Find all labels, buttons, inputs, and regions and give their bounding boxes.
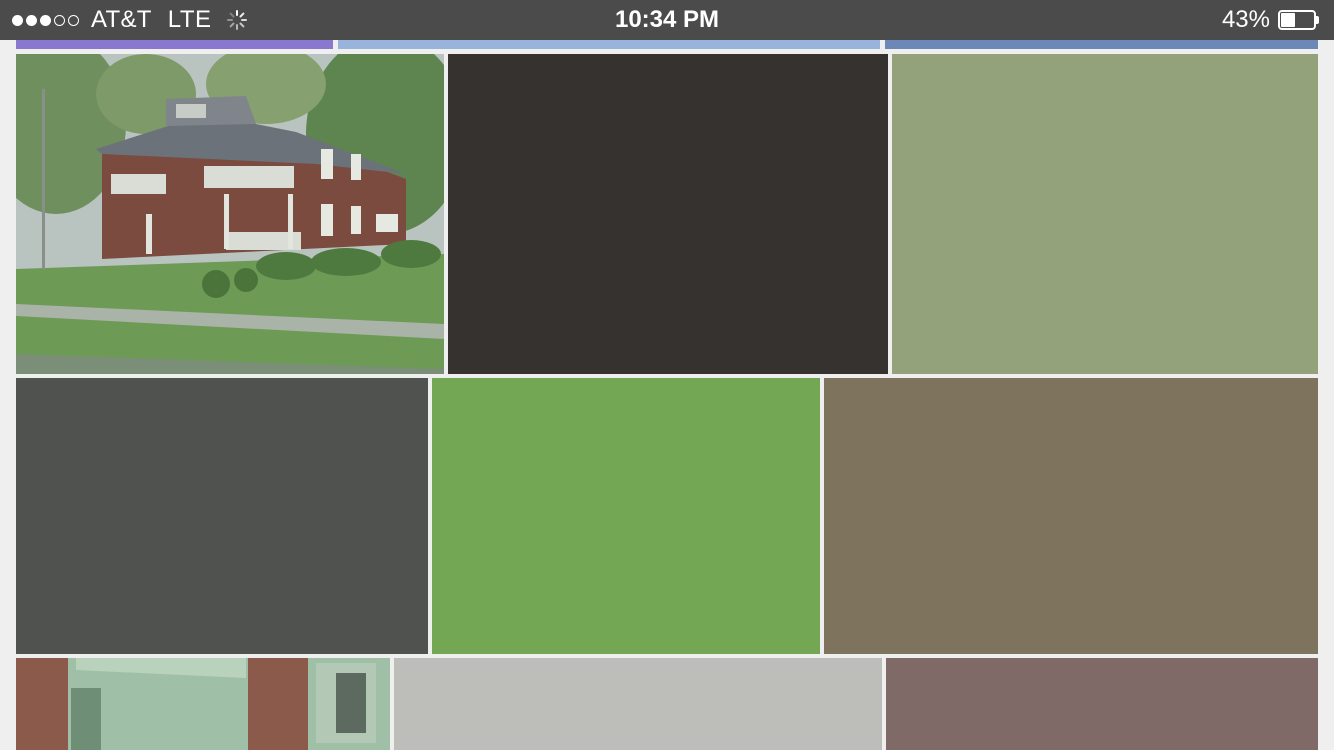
activity-spinner-icon (226, 10, 247, 30)
color-swatch-tile[interactable] (886, 658, 1318, 750)
color-tab-1[interactable] (16, 40, 333, 49)
carrier-name: AT&T (91, 6, 152, 33)
battery-icon (1278, 10, 1320, 30)
color-swatch-tile[interactable] (394, 658, 882, 750)
signal-dot (12, 14, 23, 26)
battery-fill (1281, 13, 1295, 27)
status-right: 43% (1222, 0, 1320, 40)
battery-nub (1316, 16, 1319, 24)
battery-percent: 43% (1221, 6, 1270, 33)
signal-dot (54, 14, 65, 26)
house-photo-image (16, 54, 444, 374)
building-photo-image (16, 658, 390, 750)
signal-dot (68, 14, 79, 26)
status-left: AT&T LTE (12, 0, 248, 40)
color-tab-3[interactable] (885, 40, 1318, 49)
color-tab-2[interactable] (338, 40, 880, 49)
status-bar: AT&T LTE 10:34 PM 43% (0, 0, 1334, 40)
house-photo-tile[interactable] (16, 54, 444, 374)
color-swatch-tile[interactable] (432, 378, 820, 654)
signal-dot (26, 14, 37, 26)
color-swatch-tile[interactable] (448, 54, 888, 374)
network-type: LTE (167, 6, 212, 33)
color-swatch-tile[interactable] (824, 378, 1318, 654)
signal-dot (40, 14, 51, 26)
signal-strength-icon (12, 14, 79, 26)
color-swatch-tile[interactable] (16, 378, 428, 654)
building-photo-tile[interactable] (16, 658, 390, 750)
color-swatch-tile[interactable] (892, 54, 1318, 374)
